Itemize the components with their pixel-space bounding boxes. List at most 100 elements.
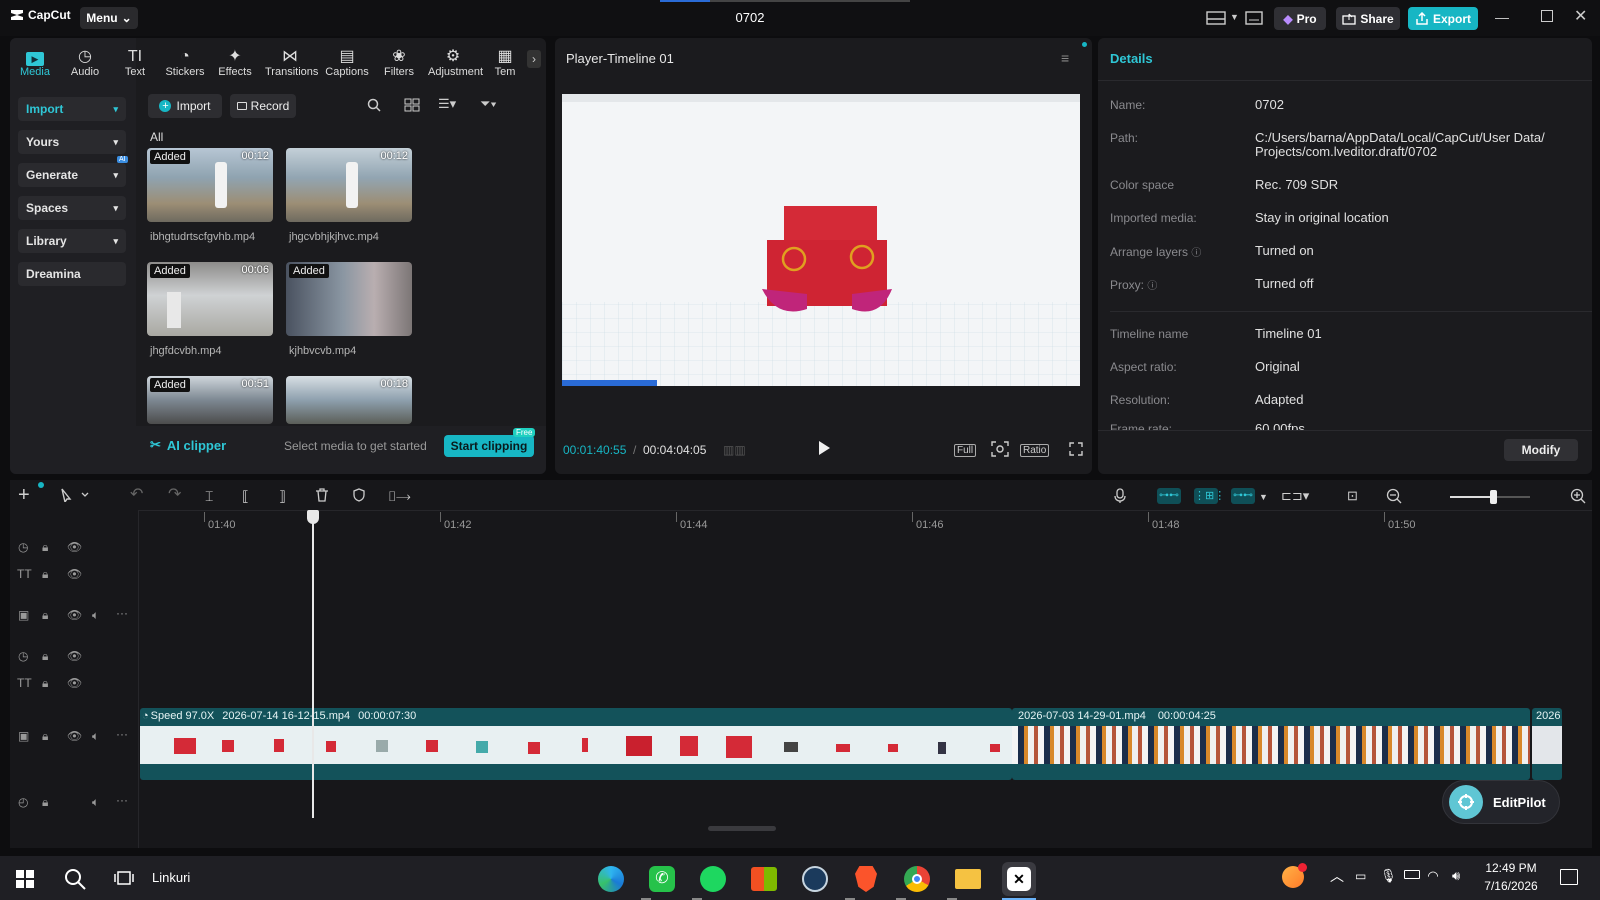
sidebar-item-library[interactable]: Library ▾: [18, 229, 126, 253]
tab-text[interactable]: TI Text: [110, 44, 160, 78]
edge-icon[interactable]: [594, 862, 628, 896]
volume-icon[interactable]: 🔈︎: [92, 608, 99, 623]
tab-stickers[interactable]: ◔ Stickers: [160, 44, 210, 78]
fullscreen-icon[interactable]: [1069, 442, 1083, 456]
search-icon[interactable]: [367, 98, 381, 112]
spotify-icon[interactable]: [696, 862, 730, 896]
video-preview[interactable]: [562, 94, 1080, 386]
chrome-icon[interactable]: [900, 862, 934, 896]
caption-icon[interactable]: ⊡: [1347, 488, 1358, 504]
split-right-icon[interactable]: ⟧: [279, 488, 286, 505]
maximize-icon[interactable]: [1541, 10, 1553, 22]
tab-filters[interactable]: ❀ Filters: [374, 44, 424, 78]
eye-icon[interactable]: 👁︎: [67, 649, 82, 663]
share-button[interactable]: Share: [1336, 7, 1400, 30]
waveform-icon[interactable]: ▥▥: [723, 443, 746, 457]
sidebar-item-spaces[interactable]: Spaces ▾: [18, 196, 126, 220]
export-button[interactable]: Export: [1408, 7, 1478, 30]
microphone-icon[interactable]: [1114, 488, 1126, 504]
full-button[interactable]: Full: [954, 444, 977, 457]
zoom-out-icon[interactable]: [1386, 488, 1402, 504]
lock-icon[interactable]: 🔒︎: [42, 729, 48, 744]
freeze-icon[interactable]: ⌷⟶: [388, 488, 410, 505]
filter-icon[interactable]: ⏷▾: [480, 96, 497, 112]
horizontal-scrollbar[interactable]: [708, 826, 776, 831]
snap-icon[interactable]: ⋮⊞⋮: [1194, 488, 1225, 504]
info-icon[interactable]: ⓘ: [1191, 248, 1201, 259]
tab-effects[interactable]: ✦ Effects: [210, 44, 260, 78]
info-icon[interactable]: ⓘ: [1147, 281, 1157, 292]
minimize-icon[interactable]: —: [1495, 9, 1509, 25]
video-clip[interactable]: ◔ Speed 97.0X 2026-07-14 16-12-15.mp4 00…: [140, 708, 1012, 780]
media-thumbnail[interactable]: Added: [286, 262, 412, 336]
chevron-right-icon[interactable]: ›: [527, 50, 541, 68]
sidebar-item-generate[interactable]: Generate ▾: [18, 163, 126, 187]
clock-time[interactable]: 12:49 PM: [1476, 861, 1546, 875]
hamburger-icon[interactable]: ≡: [1061, 50, 1069, 66]
media-thumbnail[interactable]: 00:12: [286, 148, 412, 222]
lock-icon[interactable]: 🔒︎: [42, 795, 48, 810]
split-icon[interactable]: ⌶: [205, 488, 213, 505]
ratio-button[interactable]: Ratio: [1020, 444, 1050, 457]
lock-icon[interactable]: 🔒︎: [42, 567, 48, 582]
import-button[interactable]: + Import: [148, 94, 222, 118]
brave-icon[interactable]: [849, 862, 883, 896]
pro-button[interactable]: ◆ Pro: [1274, 7, 1326, 30]
play-icon[interactable]: [817, 440, 831, 456]
capcut-icon[interactable]: ✕: [1002, 862, 1036, 896]
link-clips-icon[interactable]: ⊶⊷: [1157, 488, 1181, 504]
search-icon[interactable]: [64, 868, 86, 890]
steam-icon[interactable]: [798, 862, 832, 896]
close-icon[interactable]: ✕: [1574, 6, 1587, 26]
tab-media[interactable]: ▶ Media: [10, 44, 60, 78]
more-icon[interactable]: ···: [116, 606, 128, 620]
media-thumbnail[interactable]: Added 00:12: [147, 148, 273, 222]
shield-icon[interactable]: [352, 488, 366, 502]
notifications-icon[interactable]: [1560, 869, 1578, 885]
lock-icon[interactable]: 🔒︎: [42, 540, 48, 555]
video-clip[interactable]: 2026: [1532, 708, 1562, 780]
layout-icon[interactable]: [1206, 11, 1226, 25]
tab-tem[interactable]: ▦ Tem: [480, 44, 530, 78]
store-icon[interactable]: [747, 862, 781, 896]
more-icon[interactable]: ···: [116, 793, 128, 807]
volume-icon[interactable]: 🔈︎: [92, 729, 99, 744]
sidebar-item-dreamina[interactable]: Dreamina: [18, 262, 126, 286]
screenshot-icon[interactable]: [991, 441, 1009, 457]
zoom-slider-handle[interactable]: [1490, 490, 1497, 504]
volume-icon[interactable]: 🔈︎: [92, 795, 99, 810]
tab-audio[interactable]: ◷ Audio: [60, 44, 110, 78]
playhead-handle[interactable]: [307, 510, 319, 524]
split-left-icon[interactable]: ⟦: [242, 488, 249, 505]
chevron-down-icon[interactable]: ▼: [1230, 12, 1239, 22]
sidebar-item-import[interactable]: Import ▾: [18, 97, 126, 121]
wifi-icon[interactable]: ◜◝: [1428, 868, 1438, 884]
start-clipping-button[interactable]: Start clipping: [444, 435, 534, 457]
tab-captions[interactable]: ▤ Captions: [322, 44, 372, 78]
whatsapp-icon[interactable]: ✆: [645, 862, 679, 896]
battery-icon[interactable]: [1404, 870, 1420, 879]
media-thumbnail[interactable]: Added 00:06: [147, 262, 273, 336]
modify-button[interactable]: Modify: [1504, 439, 1578, 461]
meet-now-icon[interactable]: ▭: [1355, 869, 1366, 883]
preview-axis-icon[interactable]: ⊏⊐▾: [1281, 488, 1309, 504]
media-thumbnail[interactable]: Added 00:51: [147, 376, 273, 424]
lock-icon[interactable]: 🔒︎: [42, 608, 48, 623]
tab-transitions[interactable]: ⋈ Transitions: [265, 44, 318, 78]
delete-icon[interactable]: [315, 488, 329, 502]
explorer-icon[interactable]: [951, 862, 985, 896]
auto-link-icon[interactable]: ⊶⊷: [1231, 488, 1255, 504]
clock-date[interactable]: 7/16/2026: [1476, 879, 1546, 893]
select-tool-icon[interactable]: [60, 488, 90, 502]
lock-icon[interactable]: 🔒︎: [42, 649, 48, 664]
eye-icon[interactable]: 👁︎: [67, 676, 82, 690]
editpilot-button[interactable]: EditPilot: [1442, 780, 1560, 824]
sort-icon[interactable]: ☰▾: [438, 96, 456, 112]
shortcut-icon[interactable]: [1245, 11, 1263, 25]
ai-clipper-button[interactable]: ✂ AI clipper: [150, 437, 226, 453]
microphone-icon[interactable]: 🎙︎: [1380, 868, 1397, 884]
tab-adjustment[interactable]: ⚙ Adjustment: [428, 44, 483, 78]
volume-icon[interactable]: 🔊︎: [1452, 868, 1460, 884]
chevron-down-icon[interactable]: ▼: [1259, 492, 1268, 502]
task-view-icon[interactable]: [114, 869, 134, 887]
